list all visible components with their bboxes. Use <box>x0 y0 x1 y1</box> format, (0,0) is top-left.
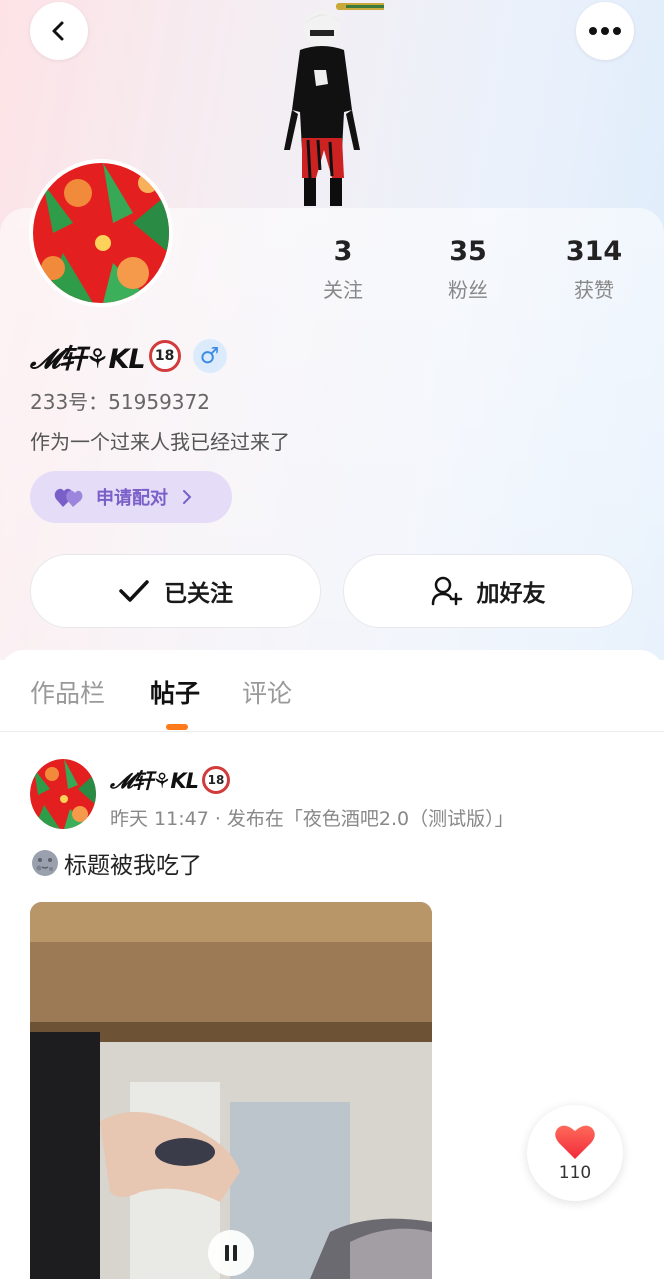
followed-label: 已关注 <box>164 581 233 607</box>
post-title: 标题被我吃了 <box>64 853 202 879</box>
character-avatar-figure <box>284 3 384 206</box>
tab-comments[interactable]: 评论 <box>242 674 292 710</box>
add-person-icon <box>431 576 462 606</box>
like-count: 110 <box>558 1163 592 1183</box>
post-author-avatar[interactable] <box>30 759 96 829</box>
user-id: 233号：51959372 <box>30 390 210 414</box>
add-friend-label: 加好友 <box>476 581 546 607</box>
add-friend-button[interactable]: 加好友 <box>343 554 633 628</box>
apply-pair-button[interactable]: 申请配对 <box>30 471 232 523</box>
more-options-button[interactable] <box>576 2 634 60</box>
stat-likes-number: 314 <box>565 236 623 267</box>
post-author-row: 𝓜轩⚘KL 18 <box>110 764 231 796</box>
moon-face-icon <box>32 850 58 876</box>
pause-icon <box>225 1245 237 1261</box>
active-tab-indicator <box>166 724 188 730</box>
tab-posts[interactable]: 帖子 <box>150 674 200 710</box>
male-gender-icon: ♂ <box>192 339 227 373</box>
profile-name: 𝓜轩⚘KL <box>30 343 146 375</box>
avatar-floral-image <box>33 163 169 303</box>
stat-following-number: 3 <box>333 236 353 267</box>
heart-icon <box>555 1125 595 1159</box>
tab-works[interactable]: 作品栏 <box>30 674 105 710</box>
stat-following-label: 关注 <box>323 278 363 302</box>
stat-followers-label: 粉丝 <box>448 278 488 302</box>
post-author-name[interactable]: 𝓜轩⚘KL <box>110 765 199 795</box>
avatar-floral-image <box>30 759 96 829</box>
like-button[interactable]: 110 <box>527 1105 623 1201</box>
stat-following[interactable]: 3 关注 <box>293 234 393 303</box>
profile-bio: 作为一个过来人我已经过来了 <box>30 430 290 454</box>
post-video[interactable] <box>30 902 432 1279</box>
video-thumbnail <box>30 902 432 1279</box>
post-title-row[interactable]: 标题被我吃了 <box>30 846 202 880</box>
double-heart-icon <box>54 488 83 507</box>
chevron-left-icon <box>52 21 64 41</box>
back-button[interactable] <box>30 2 88 60</box>
stat-likes[interactable]: 314 获赞 <box>544 234 644 303</box>
stat-likes-label: 获赞 <box>574 278 614 302</box>
checkmark-icon <box>119 580 149 602</box>
chevron-right-icon <box>183 490 192 504</box>
stat-followers[interactable]: 35 粉丝 <box>418 234 518 303</box>
age-18-badge: 18 <box>148 340 181 372</box>
more-horizontal-icon <box>589 27 621 35</box>
apply-pair-label: 申请配对 <box>96 488 168 509</box>
content-tabs: 作品栏 帖子 评论 <box>0 650 664 732</box>
post-meta[interactable]: 昨天 11:47 · 发布在「夜色酒吧2.0（测试版）」 <box>110 804 514 831</box>
followed-button[interactable]: 已关注 <box>30 554 321 628</box>
stat-followers-number: 35 <box>449 236 487 267</box>
profile-name-row: 𝓜轩⚘KL 18 ♂ <box>30 336 227 376</box>
age-18-badge: 18 <box>202 766 231 794</box>
pause-button[interactable] <box>208 1230 254 1276</box>
profile-avatar[interactable] <box>29 159 173 307</box>
